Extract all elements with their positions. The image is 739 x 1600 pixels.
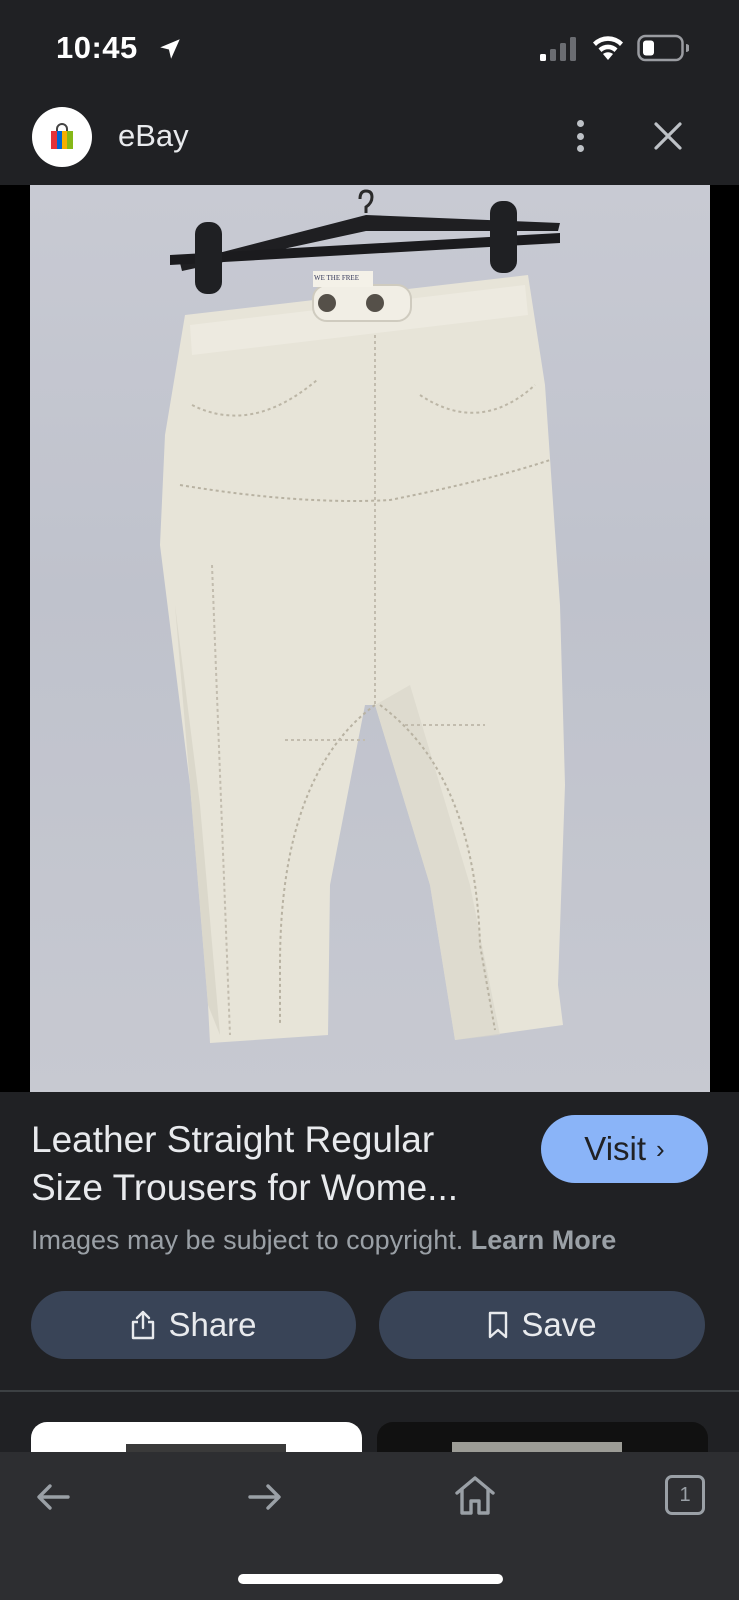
copyright-text: Images may be subject to copyright. (31, 1225, 464, 1255)
tab-count: 1 (679, 1483, 691, 1506)
back-arrow-icon[interactable] (32, 1475, 76, 1519)
share-button[interactable]: Share (31, 1291, 356, 1359)
signal-icon (540, 37, 576, 61)
share-label: Share (168, 1306, 257, 1343)
image-brand-label: WE THE FREE (314, 274, 359, 282)
product-image[interactable]: WE THE FREE (30, 185, 710, 1092)
battery-icon (637, 34, 689, 62)
trousers-illustration (160, 189, 565, 1043)
forward-arrow-icon[interactable] (242, 1475, 286, 1519)
status-time: 10:45 (56, 30, 138, 65)
visit-label: Visit (584, 1130, 647, 1167)
save-label: Save (521, 1306, 597, 1343)
wifi-icon (593, 36, 623, 60)
bookmark-icon (489, 1311, 508, 1339)
home-icon[interactable] (452, 1472, 498, 1518)
result-title-line-1: Leather Straight Regular (31, 1119, 435, 1160)
result-title-line-2: Size Trousers for Wome... (31, 1167, 458, 1208)
home-indicator (238, 1574, 503, 1584)
result-header (0, 95, 739, 185)
copyright-notice: Images may be subject to copyright. Lear… (31, 1225, 616, 1256)
ebay-bag-icon (51, 123, 73, 149)
visit-button[interactable]: Visit › (541, 1115, 708, 1183)
save-button[interactable]: Save (379, 1291, 705, 1359)
section-divider (0, 1390, 739, 1392)
learn-more-link[interactable]: Learn More (471, 1225, 617, 1255)
share-icon (132, 1310, 155, 1340)
location-arrow-icon (160, 39, 180, 59)
chevron-right-icon: › (656, 1133, 665, 1164)
close-icon[interactable] (650, 118, 686, 154)
tabs-icon[interactable]: 1 (665, 1475, 705, 1515)
result-title[interactable]: Leather Straight Regular Size Trousers f… (31, 1116, 501, 1212)
site-favicon (32, 107, 92, 167)
site-name[interactable]: eBay (118, 118, 189, 154)
more-vert-icon[interactable] (565, 116, 595, 156)
